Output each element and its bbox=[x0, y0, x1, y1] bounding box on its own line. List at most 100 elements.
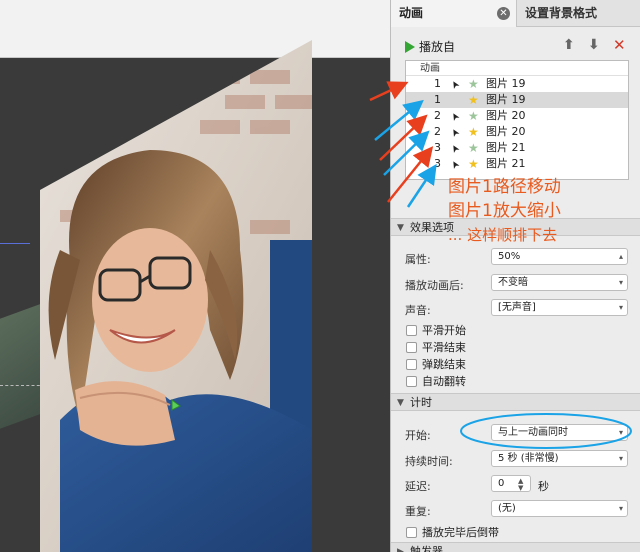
collapse-triangle-icon: ▼ bbox=[397, 223, 404, 233]
motion-path-star-icon: ★ bbox=[468, 141, 479, 155]
triggers-section-header[interactable]: ▶ 触发器 bbox=[391, 542, 640, 552]
animation-target-label: 图片 21 bbox=[486, 141, 526, 154]
click-trigger-icon: ➤ bbox=[448, 77, 463, 91]
repeat-label: 重复: bbox=[405, 505, 431, 518]
smooth-end-label: 平滑结束 bbox=[422, 341, 466, 354]
animation-target-label: 图片 20 bbox=[486, 109, 526, 122]
pane-tabs: 动画 ✕ 设置背景格式 bbox=[391, 0, 640, 27]
animation-list: 动画 1 ➤ ★ 图片 19 1 ➤ ★ 图片 19 2 ➤ ★ 图片 20 2 ➤ ★ 图片 20 3 ➤ ★ 图片… bbox=[405, 60, 629, 180]
animation-list-header: 动画 bbox=[406, 61, 628, 76]
property-select-value: 50% bbox=[498, 251, 521, 262]
tab-format-background-label: 设置背景格式 bbox=[525, 6, 598, 20]
start-select[interactable]: 与上一动画同时 ▾ bbox=[491, 424, 628, 441]
smooth-start-label: 平滑开始 bbox=[422, 324, 466, 337]
collapse-triangle-icon: ▼ bbox=[397, 398, 404, 408]
emphasis-star-icon: ★ bbox=[468, 93, 479, 107]
select-arrows-icon: ▾ bbox=[618, 428, 623, 437]
tab-animation[interactable]: 动画 ✕ bbox=[391, 0, 517, 27]
auto-reverse-checkbox[interactable]: 自动翻转 bbox=[406, 373, 466, 389]
tab-format-background[interactable]: 设置背景格式 bbox=[517, 0, 640, 27]
click-trigger-icon: ➤ bbox=[448, 157, 463, 171]
smooth-end-checkbox[interactable]: 平滑结束 bbox=[406, 339, 466, 355]
checkbox-box bbox=[406, 358, 417, 370]
property-label: 属性: bbox=[405, 253, 431, 266]
animation-toolbar: 播放自 ⬆ ⬇ ✕ bbox=[391, 34, 640, 56]
rewind-label: 播放完毕后倒带 bbox=[422, 526, 499, 539]
start-select-value: 与上一动画同时 bbox=[498, 427, 568, 438]
click-trigger-icon: ➤ bbox=[448, 141, 463, 155]
animation-row[interactable]: 1➤★图片 19 bbox=[406, 92, 628, 108]
play-icon bbox=[405, 40, 415, 53]
animation-row[interactable]: 2 ➤ ★ 图片 20 bbox=[406, 108, 628, 124]
select-arrows-icon: ▴ bbox=[618, 252, 623, 261]
click-trigger-icon: ➤ bbox=[448, 109, 463, 123]
checkbox-box bbox=[406, 324, 417, 336]
animation-target-label: 图片 20 bbox=[486, 125, 526, 138]
close-icon[interactable]: ✕ bbox=[497, 7, 510, 20]
after-animation-select[interactable]: 不变暗 ▾ bbox=[491, 274, 628, 291]
duration-select-value: 5 秒 (非常慢) bbox=[498, 453, 559, 464]
delay-label: 延迟: bbox=[405, 480, 431, 493]
auto-reverse-label: 自动翻转 bbox=[422, 375, 466, 388]
motion-path-star-icon: ★ bbox=[468, 109, 479, 123]
delete-x-icon[interactable]: ✕ bbox=[613, 37, 626, 53]
annotation-line-1: 图片1路径移动 bbox=[448, 177, 561, 197]
move-down-arrow-icon[interactable]: ⬇ bbox=[588, 37, 600, 53]
duration-select[interactable]: 5 秒 (非常慢) ▾ bbox=[491, 450, 628, 467]
repeat-select-value: (无) bbox=[498, 503, 516, 514]
animation-order-number: 2 bbox=[434, 109, 441, 122]
animation-order-number: 1 bbox=[434, 77, 441, 90]
animation-row[interactable]: 3 ➤ ★ 图片 21 bbox=[406, 140, 628, 156]
animation-target-label: 图片 21 bbox=[486, 157, 526, 170]
checkbox-box bbox=[406, 341, 417, 353]
rewind-checkbox[interactable]: 播放完毕后倒带 bbox=[406, 524, 499, 540]
play-from-button[interactable]: 播放自 bbox=[405, 38, 455, 55]
delay-stepper[interactable]: 0 bbox=[491, 475, 531, 492]
animation-row[interactable]: 1 ➤ ★ 图片 19 bbox=[406, 76, 628, 92]
animation-row[interactable]: 3 ➤ ★ 图片 21 bbox=[406, 156, 628, 172]
expand-triangle-icon: ▶ bbox=[397, 547, 404, 552]
timing-section-header[interactable]: ▼ 计时 bbox=[391, 393, 640, 411]
slide-canvas[interactable] bbox=[0, 0, 390, 552]
play-from-label: 播放自 bbox=[419, 40, 456, 54]
triggers-section-title: 触发器 bbox=[410, 545, 443, 552]
select-arrows-icon: ▾ bbox=[618, 303, 623, 312]
animation-row[interactable]: 2 ➤ ★ 图片 20 bbox=[406, 124, 628, 140]
smooth-start-checkbox[interactable]: 平滑开始 bbox=[406, 322, 466, 338]
delay-unit: 秒 bbox=[538, 480, 549, 493]
sound-select[interactable]: [无声音] ▾ bbox=[491, 299, 628, 316]
after-animation-label: 播放动画后: bbox=[405, 279, 464, 292]
portrait-photo[interactable] bbox=[0, 0, 390, 552]
delay-value: 0 bbox=[498, 478, 505, 489]
start-label: 开始: bbox=[405, 429, 431, 442]
sound-select-value: [无声音] bbox=[498, 302, 536, 313]
animation-order-number: 3 bbox=[434, 141, 441, 154]
bounce-end-checkbox[interactable]: 弹跳结束 bbox=[406, 356, 466, 372]
repeat-select[interactable]: (无) ▾ bbox=[491, 500, 628, 517]
select-arrows-icon: ▾ bbox=[618, 454, 623, 463]
stepper-arrows-icon[interactable]: ▲ ▼ bbox=[518, 478, 523, 492]
move-up-arrow-icon[interactable]: ⬆ bbox=[563, 37, 575, 53]
duration-label: 持续时间: bbox=[405, 455, 453, 468]
checkbox-box bbox=[406, 526, 417, 538]
animation-order-number: 1 bbox=[434, 93, 441, 106]
bounce-end-label: 弹跳结束 bbox=[422, 358, 466, 371]
timing-section-title: 计时 bbox=[410, 396, 432, 409]
select-arrows-icon: ▾ bbox=[618, 278, 623, 287]
emphasis-star-icon: ★ bbox=[468, 125, 479, 139]
motion-path-star-icon: ★ bbox=[468, 77, 479, 91]
property-select[interactable]: 50% ▴ bbox=[491, 248, 628, 265]
animation-target-label: 图片 19 bbox=[486, 77, 526, 90]
select-arrows-icon: ▾ bbox=[618, 504, 623, 513]
annotation-line-2: 图片1放大缩小 bbox=[448, 201, 561, 221]
after-animation-value: 不变暗 bbox=[498, 277, 528, 288]
annotation-line-3: ... 这样顺排下去 bbox=[448, 226, 558, 244]
tab-animation-label: 动画 bbox=[399, 6, 424, 20]
emphasis-star-icon: ★ bbox=[468, 157, 479, 171]
checkbox-box bbox=[406, 375, 417, 387]
click-trigger-icon: ➤ bbox=[448, 125, 463, 139]
animation-order-number: 3 bbox=[434, 157, 441, 170]
sound-label: 声音: bbox=[405, 304, 431, 317]
animation-order-number: 2 bbox=[434, 125, 441, 138]
animation-pane: 动画 ✕ 设置背景格式 播放自 ⬆ ⬇ ✕ 动画 1 ➤ ★ 图片 19 1 ➤ ★ 图片 1… bbox=[390, 0, 640, 552]
